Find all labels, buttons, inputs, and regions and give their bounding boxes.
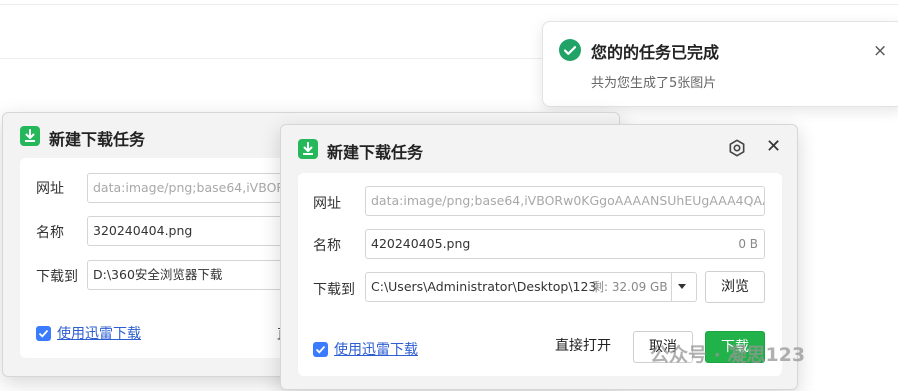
- use-thunder-link[interactable]: 使用迅雷下载: [334, 339, 418, 359]
- checkbox-checked-icon[interactable]: [313, 341, 328, 357]
- path-value: C:\Users\Administrator\Desktop\123: [371, 279, 597, 294]
- chevron-down-icon[interactable]: [678, 284, 686, 289]
- use-thunder-link[interactable]: 使用迅雷下载: [57, 323, 141, 343]
- close-icon[interactable]: ✕: [766, 136, 781, 157]
- url-label: 网址: [36, 181, 64, 197]
- path-label: 下载到: [313, 282, 355, 298]
- success-toast: 您的的任务已完成 共为您生成了5张图片 ×: [542, 21, 898, 107]
- file-size: 0 B: [738, 237, 758, 251]
- download-app-icon: [298, 139, 318, 159]
- page-divider: [0, 58, 560, 59]
- browse-button[interactable]: 浏览: [705, 271, 765, 303]
- watermark: 公众号 · 凝思123: [650, 344, 806, 366]
- toast-title: 您的的任务已完成: [591, 43, 720, 62]
- toast-message: 共为您生成了5张图片: [591, 76, 717, 91]
- toast-close-icon[interactable]: ×: [873, 41, 887, 61]
- path-select[interactable]: C:\Users\Administrator\Desktop\123 剩: 32…: [365, 272, 697, 302]
- page-divider: [0, 4, 898, 5]
- dialog-title: 新建下载任务: [327, 143, 424, 162]
- settings-icon[interactable]: [728, 139, 746, 157]
- download-app-icon: [20, 126, 40, 146]
- url-label: 网址: [313, 196, 341, 212]
- free-space: 剩: 32.09 GB: [592, 280, 668, 294]
- name-field[interactable]: 420240405.png 0 B: [365, 229, 765, 259]
- name-label: 名称: [36, 225, 64, 241]
- use-thunder-option[interactable]: 使用迅雷下载: [36, 323, 141, 343]
- name-value: 420240405.png: [371, 236, 471, 251]
- name-label: 名称: [313, 238, 341, 254]
- checkbox-checked-icon[interactable]: [36, 325, 51, 341]
- path-label: 下载到: [36, 269, 78, 285]
- url-field[interactable]: data:image/png;base64,iVBORw0KGgoAAAANSU…: [365, 186, 765, 216]
- path-value: D:\360安全浏览器下载: [93, 267, 223, 282]
- dropdown-divider: [671, 273, 672, 301]
- dialog-title: 新建下载任务: [49, 130, 146, 149]
- open-directly-button[interactable]: 直接打开: [548, 331, 618, 363]
- check-circle-icon: [559, 39, 581, 61]
- use-thunder-option[interactable]: 使用迅雷下载: [313, 339, 418, 359]
- name-value: 320240404.png: [93, 223, 193, 238]
